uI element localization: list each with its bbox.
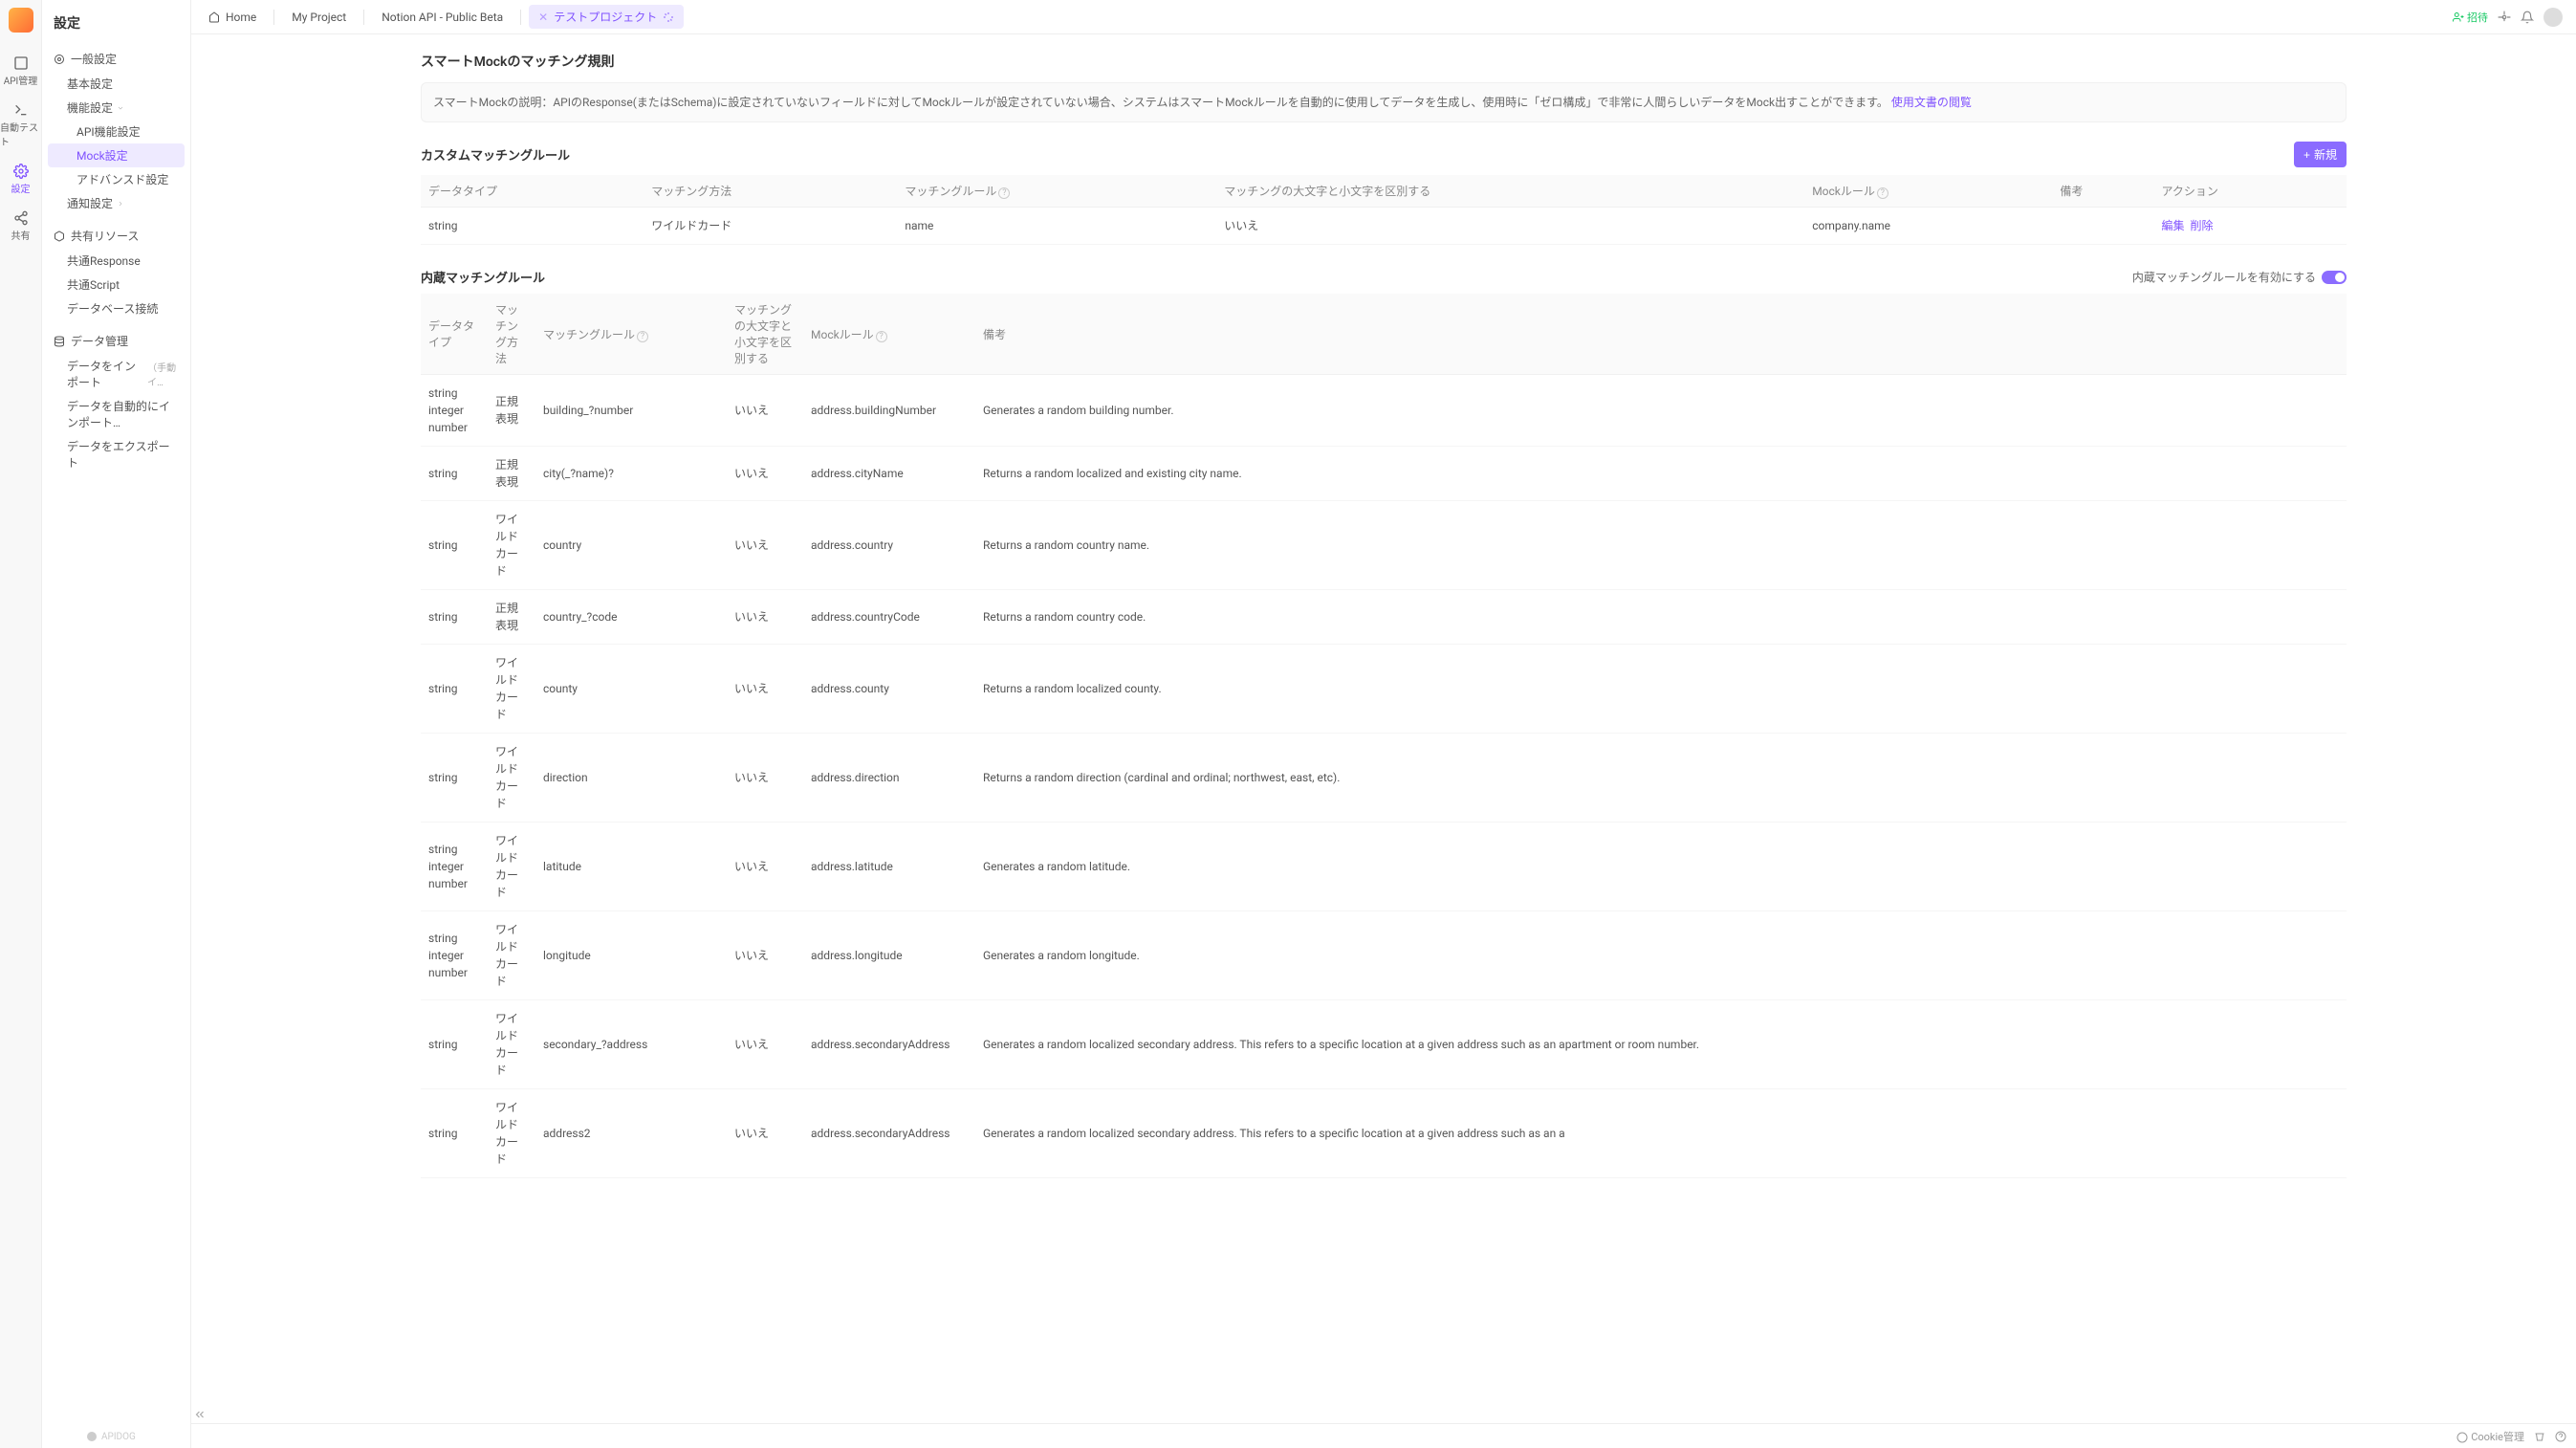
brand-icon [86,1431,98,1442]
table-header: 備考 [975,294,2347,375]
edit-link[interactable]: 編集 [2161,219,2184,232]
cookie-manage[interactable]: Cookie管理 [2456,1429,2524,1444]
gear-icon [13,164,29,179]
table-row: stringワイルドカードaddress2いいえaddress.secondar… [421,1089,2347,1178]
sidebar-item-export[interactable]: データをエクスポート [42,434,190,474]
table-header: 備考 [2052,175,2153,208]
app-logo [9,8,33,33]
sidebar-item-advanced[interactable]: アドバンスド設定 [42,167,190,191]
sidebar-group-shared[interactable]: 共有リソース [42,223,190,249]
doc-link[interactable]: 使用文書の閲覧 [1891,96,1972,109]
sidebar-item-basic[interactable]: 基本設定 [42,72,190,96]
chevron-right-icon [117,200,124,208]
builtin-rules-title: 内蔵マッチングルール [421,268,545,286]
table-header: マッチングの大文字と小文字を区別する [727,294,803,375]
table-row: stringワイルドカードnameいいえcompany.name編集削除 [421,208,2347,245]
table-header: アクション [2153,175,2347,208]
table-header: マッチングルール? [535,294,727,375]
table-row: string integer numberワイルドカードlatitudeいいえa… [421,823,2347,911]
table-header: Mockルール? [1804,175,2052,208]
table-row: stringワイルドカードcountyいいえaddress.countyRetu… [421,645,2347,734]
rail-share[interactable]: 共有 [0,203,41,250]
gear-icon[interactable] [2498,11,2511,24]
enable-builtin-toggle[interactable] [2322,271,2347,284]
table-header: データタイプ [421,294,488,375]
table-row: string integer number正規表現building_?numbe… [421,375,2347,447]
cube-icon [54,230,65,242]
delete-link[interactable]: 削除 [2190,219,2213,232]
api-icon [13,55,29,71]
info-icon: ? [637,331,648,342]
tab-bar: Home My Project Notion API - Public Beta… [191,0,2576,34]
status-bar: Cookie管理 [191,1423,2576,1448]
avatar[interactable] [2543,8,2563,27]
rail-api[interactable]: API管理 [0,48,41,95]
brand-footer: APIDOG [86,1431,136,1442]
info-icon: ? [876,331,887,342]
plus-icon: + [2303,148,2310,162]
info-icon: ? [1877,187,1888,199]
table-row: string正規表現country_?codeいいえaddress.countr… [421,590,2347,645]
table-row: stringワイルドカードsecondary_?addressいいえaddres… [421,1000,2347,1089]
custom-rules-title: カスタムマッチングルール [421,145,570,164]
autotest-icon [13,102,29,118]
content-area: スマートMockのマッチング規則 スマートMockの説明：APIのRespons… [191,34,2576,1423]
table-header: マッチングの大文字と小文字を区別する [1216,175,1804,208]
enable-builtin-label: 内蔵マッチングルールを有効にする [2132,269,2316,285]
sidebar-item-feature[interactable]: 機能設定 [42,96,190,120]
info-icon: ? [998,187,1010,199]
home-icon [208,11,220,23]
sidebar-item-db[interactable]: データベース接続 [42,296,190,320]
table-header: マッチングルール? [897,175,1216,208]
loading-icon [663,11,674,23]
chevron-down-icon [117,104,124,112]
sidebar-item-autoimport[interactable]: データを自動的にインポート… [42,394,190,434]
tab-testproject[interactable]: ✕ テストプロジェクト [529,5,684,29]
builtin-rules-table: データタイプマッチング方法マッチングルール?マッチングの大文字と小文字を区別する… [421,294,2347,1178]
sidebar-group-data[interactable]: データ管理 [42,328,190,354]
description-box: スマートMockの説明：APIのResponse(またはSchema)に設定され… [421,82,2347,122]
table-row: string正規表現city(_?name)?いいえaddress.cityNa… [421,447,2347,501]
trash-icon[interactable] [2534,1431,2545,1442]
sidebar-item-notify[interactable]: 通知設定 [42,191,190,215]
sidebar-item-mock[interactable]: Mock設定 [48,143,185,167]
table-row: stringワイルドカードdirectionいいえaddress.directi… [421,734,2347,823]
invite-button[interactable]: 招待 [2453,10,2488,25]
import-hint: （手動イ… [147,360,179,388]
table-row: stringワイルドカードcountryいいえaddress.countryRe… [421,501,2347,590]
sidebar-title: 設定 [42,10,190,42]
rail-settings[interactable]: 設定 [0,156,41,203]
sidebar-item-import[interactable]: データをインポート （手動イ… [42,354,190,394]
bell-icon[interactable] [2521,11,2534,24]
sidebar-item-api-feature[interactable]: API機能設定 [42,120,190,143]
table-row: string integer numberワイルドカードlongitudeいいえ… [421,911,2347,1000]
page-title: スマートMockのマッチング規則 [421,52,2347,71]
settings-sidebar: 設定 一般設定 基本設定 機能設定 API機能設定 Mock設定 アドバンスド設… [42,0,191,1448]
rail-autotest[interactable]: 自動テスト [0,95,41,156]
nav-rail: API管理 自動テスト 設定 共有 [0,0,42,1448]
table-header: マッチング方法 [488,294,535,375]
table-header: Mockルール? [803,294,975,375]
cookie-icon [2456,1432,2468,1443]
user-plus-icon [2453,11,2464,23]
database-icon [54,336,65,347]
table-header: データタイプ [421,175,644,208]
table-header: マッチング方法 [644,175,897,208]
close-icon[interactable]: ✕ [538,11,548,24]
collapse-sidebar-button[interactable] [193,1408,207,1421]
tab-notion[interactable]: Notion API - Public Beta [372,7,513,28]
sidebar-item-response[interactable]: 共通Response [42,249,190,273]
sidebar-item-script[interactable]: 共通Script [42,273,190,296]
custom-rules-table: データタイプマッチング方法マッチングルール?マッチングの大文字と小文字を区別する… [421,175,2347,245]
tab-home[interactable]: Home [199,7,266,28]
tab-myproject[interactable]: My Project [282,7,356,28]
settings-group-icon [54,54,65,65]
sidebar-group-general[interactable]: 一般設定 [42,46,190,72]
help-icon[interactable] [2555,1431,2566,1442]
share-icon [13,210,29,226]
new-rule-button[interactable]: + 新規 [2294,142,2347,167]
